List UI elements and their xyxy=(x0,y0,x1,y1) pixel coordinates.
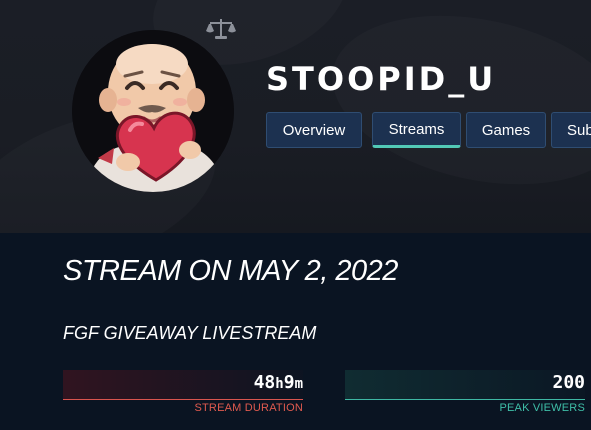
avatar[interactable] xyxy=(72,30,234,192)
channel-name: STOOPID_U xyxy=(266,60,497,98)
stream-duration-value: 48h9m xyxy=(254,372,303,393)
tab-streams[interactable]: Streams xyxy=(372,112,461,148)
stream-duration-label: STREAM DURATION xyxy=(194,402,303,414)
stat-divider xyxy=(345,399,585,400)
duration-minutes: 9 xyxy=(283,372,295,393)
peak-viewers-value: 200 xyxy=(552,372,585,393)
stream-title: STREAM ON MAY 2, 2022 xyxy=(63,255,398,287)
stream-subtitle: FGF GIVEAWAY LIVESTREAM xyxy=(63,323,317,343)
tab-overview[interactable]: Overview xyxy=(266,112,362,148)
peak-viewers-stat: 200 PEAK VIEWERS xyxy=(345,370,585,414)
stream-duration-stat: 48h9m STREAM DURATION xyxy=(63,370,303,414)
avatar-illustration xyxy=(72,30,234,192)
stat-background xyxy=(345,370,585,399)
stream-detail: STREAM ON MAY 2, 2022 FGF GIVEAWAY LIVES… xyxy=(0,233,591,430)
duration-hours-unit: h xyxy=(275,376,284,392)
scale-icon xyxy=(206,18,236,40)
stat-divider xyxy=(63,399,303,400)
peak-viewers-label: PEAK VIEWERS xyxy=(499,402,585,414)
duration-hours: 48 xyxy=(253,372,276,393)
background-shape xyxy=(317,0,591,209)
tab-games[interactable]: Games xyxy=(466,112,546,148)
duration-minutes-unit: m xyxy=(294,376,303,392)
tab-subscribers[interactable]: Sub xyxy=(551,112,591,148)
channel-header: STOOPID_U Overview Streams Games Sub xyxy=(0,0,591,233)
